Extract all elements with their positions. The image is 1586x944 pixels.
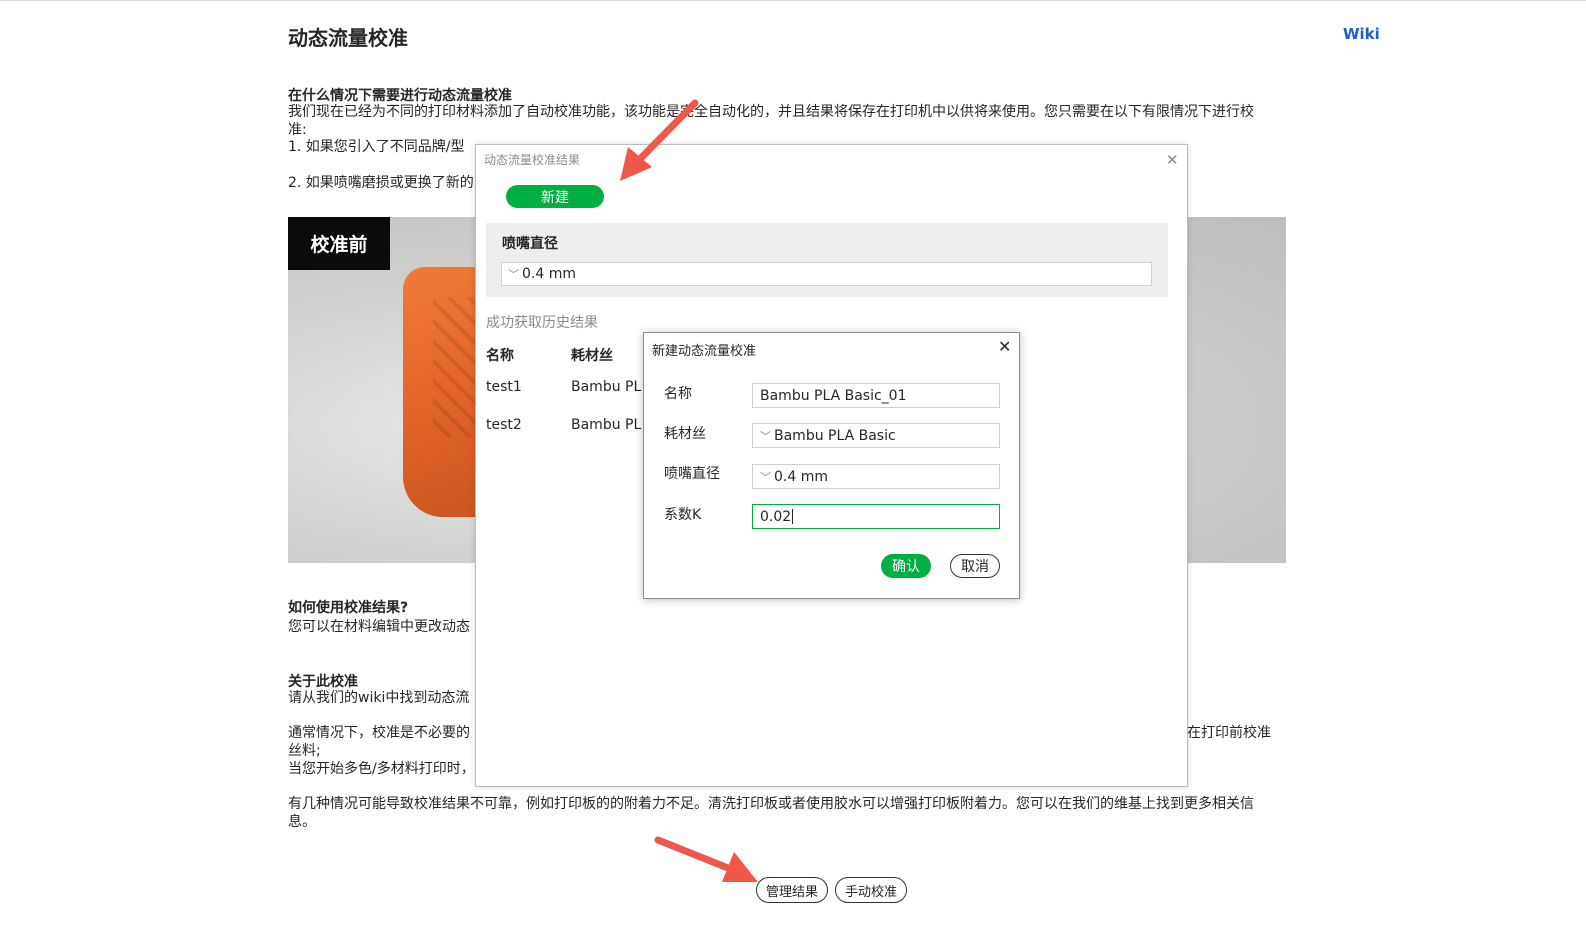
k-factor-value: 0.02: [760, 508, 792, 525]
nozzle-diameter-select[interactable]: ﹀ 0.4 mm: [752, 464, 1000, 489]
field-label-name: 名称: [664, 386, 692, 402]
top-divider: [0, 0, 1586, 1]
new-calibration-dialog: 新建动态流量校准 ✕ 名称 Bambu PLA Basic_01 耗材丝 ﹀ B…: [643, 332, 1020, 599]
field-label-k-factor: 系数K: [664, 507, 702, 523]
annotation-arrow-icon: [620, 99, 699, 181]
new-button[interactable]: 新建: [506, 185, 604, 208]
chevron-down-icon: ﹀: [760, 470, 771, 484]
photo-label: 校准前: [288, 217, 390, 270]
confirm-button[interactable]: 确认: [881, 554, 931, 578]
row-2-name: test2: [486, 417, 522, 433]
row-1-filament: Bambu PL: [571, 379, 642, 395]
row-2-filament: Bambu PL: [571, 417, 642, 433]
chevron-down-icon: ﹀: [508, 268, 519, 281]
k-factor-input[interactable]: 0.02: [752, 504, 1000, 529]
section-about-text-4: 有几种情况可能导致校准结果不可靠，例如打印板的的附着力不足。清洗打印板或者使用胶…: [288, 796, 1254, 830]
filament-select-value: Bambu PLA Basic: [774, 427, 896, 444]
section-how-heading: 如何使用校准结果?: [288, 600, 409, 616]
manage-results-button[interactable]: 管理结果: [756, 877, 828, 903]
close-icon[interactable]: ✕: [1166, 151, 1179, 169]
text-caret: [792, 509, 794, 524]
name-input-value: Bambu PLA Basic_01: [760, 387, 907, 404]
cancel-button[interactable]: 取消: [950, 554, 1000, 578]
results-dialog-title: 动态流量校准结果: [484, 153, 581, 167]
page-title: 动态流量校准: [288, 26, 408, 50]
section-when-heading: 在什么情况下需要进行动态流量校准: [288, 88, 512, 104]
section-about-heading: 关于此校准: [288, 674, 358, 690]
wiki-link[interactable]: Wiki: [1343, 25, 1380, 43]
new-dialog-title: 新建动态流量校准: [652, 344, 757, 359]
nozzle-select[interactable]: ﹀ 0.4 mm: [501, 262, 1152, 286]
field-label-nozzle: 喷嘴直径: [664, 466, 720, 482]
chevron-down-icon: ﹀: [760, 429, 771, 443]
column-header-name: 名称: [486, 348, 514, 364]
close-icon[interactable]: ✕: [998, 337, 1011, 356]
manual-calibration-button[interactable]: 手动校准: [835, 877, 907, 903]
name-input[interactable]: Bambu PLA Basic_01: [752, 383, 1000, 408]
history-status: 成功获取历史结果: [486, 315, 598, 331]
nozzle-diameter-value: 0.4 mm: [774, 468, 828, 485]
field-label-filament: 耗材丝: [664, 426, 706, 442]
nozzle-select-value: 0.4 mm: [522, 266, 576, 282]
row-1-name: test1: [486, 379, 522, 395]
section-about-text-2-right: 在打印前校准: [1187, 725, 1271, 741]
filament-select[interactable]: ﹀ Bambu PLA Basic: [752, 423, 1000, 448]
nozzle-panel: 喷嘴直径 ﹀ 0.4 mm: [486, 223, 1168, 297]
column-header-filament: 耗材丝: [571, 348, 613, 364]
nozzle-label: 喷嘴直径: [502, 236, 558, 252]
annotation-arrow-icon: [654, 836, 758, 882]
